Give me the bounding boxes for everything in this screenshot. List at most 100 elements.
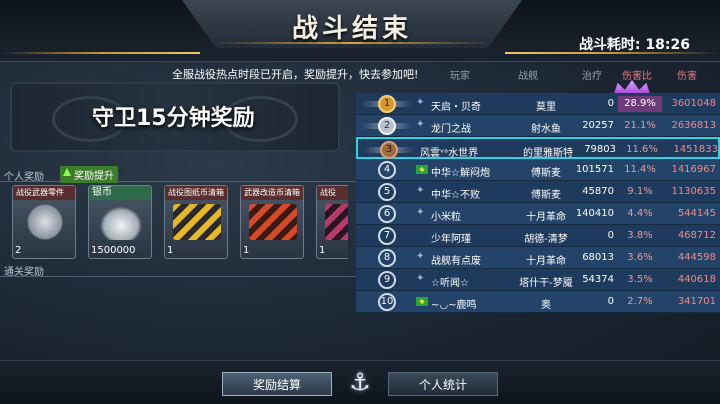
personal-reward-label: 个人奖励 <box>4 172 44 183</box>
reward-name: 战役 <box>317 186 348 200</box>
reward-item[interactable]: 武器改造币清箱 1 <box>240 185 304 259</box>
reward-count: 1 <box>167 245 174 256</box>
crate-icon <box>249 204 297 240</box>
personal-reward-header: 个人奖励 <box>0 168 360 183</box>
heal-value: 79803 <box>584 144 616 155</box>
damage-value: 341701 <box>677 296 716 307</box>
reward-count: 1500000 <box>91 245 136 256</box>
damage-ratio: 11.6% <box>626 144 658 155</box>
star-icon: ✦ <box>416 273 425 284</box>
tab-reward-settlement[interactable]: 奖励结算 <box>222 372 332 396</box>
damage-ratio: 3.8% <box>627 230 653 241</box>
heal-value: 140410 <box>575 208 614 219</box>
crate-icon <box>173 204 221 240</box>
elapsed-time: 18:26 <box>645 37 690 53</box>
table-row[interactable]: 1 ✦ 天启・贝奇 莫里 0 28.9% 3601048 <box>356 93 720 115</box>
damage-value: 3601048 <box>671 98 716 109</box>
star-icon: ✦ <box>416 207 425 218</box>
guard-reward-title: 守卫15分钟奖励 <box>92 106 255 131</box>
col-header-player: 玩家 <box>450 71 470 82</box>
table-row[interactable]: 6 ✦ 小米粒 十月革命 140410 4.4% 544145 <box>356 203 720 225</box>
rank-number: 10 <box>378 293 396 311</box>
heal-value: 54374 <box>582 274 614 285</box>
damage-ratio: 28.9% <box>618 96 662 112</box>
rank-number: 1 <box>378 95 396 113</box>
reward-name: 武器改造币清箱 <box>241 186 303 200</box>
star-icon: ✦ <box>416 251 425 262</box>
damage-value: 1130635 <box>671 186 716 197</box>
rank-number: 2 <box>378 117 396 135</box>
rank-number: 6 <box>378 205 396 223</box>
damage-ratio: 2.7% <box>627 296 653 307</box>
header-gold-line-left <box>0 52 200 54</box>
col-header-heal: 治疗 <box>582 71 602 82</box>
damage-ratio: 3.6% <box>627 252 653 263</box>
damage-ratio: 21.1% <box>624 120 656 131</box>
damage-ratio: 4.4% <box>627 208 653 219</box>
navy-emblem-icon: ⚓ <box>349 368 371 396</box>
damage-value: 2636813 <box>671 120 716 131</box>
damage-value: 1451833 <box>673 144 718 155</box>
silver-coin-icon <box>97 204 145 240</box>
table-row[interactable]: 8 ✦ 战舰有点废 十月革命 68013 3.6% 444598 <box>356 247 720 269</box>
table-row[interactable]: 2 ✦ 龙门之战 射水鱼 20257 21.1% 2636813 <box>356 115 720 137</box>
star-icon: ✦ <box>416 185 425 196</box>
heal-value: 45870 <box>582 186 614 197</box>
col-header-damage-ratio: 伤害比 <box>622 71 652 82</box>
reward-list: 战役武器零件 2 银币 1500000 战役图纸币清箱 1 武器改造币清箱 1 … <box>12 185 348 259</box>
page-title: 战斗结束 <box>291 14 412 44</box>
heal-value: 0 <box>607 98 614 109</box>
elapsed-label: 战斗耗时: <box>578 37 641 53</box>
rank-number: 9 <box>378 271 396 289</box>
reward-name: 银币 <box>89 186 151 200</box>
table-row[interactable]: 5 ✦ 中华☆不败 傅斯麦 45870 9.1% 1130635 <box>356 181 720 203</box>
reward-name: 战役图纸币清箱 <box>165 186 227 200</box>
damage-value: 544145 <box>677 208 716 219</box>
table-row[interactable]: 10 ~◡~鹿鸣 奥 0 2.7% 341701 <box>356 291 720 313</box>
reward-count: 2 <box>15 245 22 256</box>
reward-name: 战役武器零件 <box>13 186 75 200</box>
clear-reward-label: 通关奖励 <box>4 267 44 278</box>
brazil-flag-icon <box>416 297 428 306</box>
col-header-ship: 战舰 <box>518 71 538 82</box>
heal-value: 68013 <box>582 252 614 263</box>
damage-value: 468712 <box>677 230 716 241</box>
brazil-flag-icon <box>416 165 428 174</box>
reward-count: 1 <box>319 245 326 256</box>
reward-item[interactable]: 战役 1 <box>316 185 348 259</box>
heal-value: 101571 <box>575 164 614 175</box>
rank-number: 8 <box>378 249 396 267</box>
rank-number: 5 <box>378 183 396 201</box>
weapon-part-icon <box>21 204 69 240</box>
star-icon: ✦ <box>416 97 425 108</box>
star-icon: ✦ <box>416 119 425 130</box>
col-header-damage: 伤害 <box>677 71 697 82</box>
crate-icon <box>325 204 348 240</box>
reward-item[interactable]: 战役图纸币清箱 1 <box>164 185 228 259</box>
reward-item[interactable]: 战役武器零件 2 <box>12 185 76 259</box>
heal-value: 0 <box>607 296 614 307</box>
rank-number: 4 <box>378 161 396 179</box>
damage-ratio: 3.5% <box>627 274 653 285</box>
table-row[interactable]: 9 ✦ ☆听闻☆ 塔什干-梦魇 54374 3.5% 440618 <box>356 269 720 291</box>
table-row[interactable]: 7 少年阿瑾 胡德-清梦 0 3.8% 468712 <box>356 225 720 247</box>
tab-personal-stats[interactable]: 个人统计 <box>388 372 498 396</box>
rank-number: 3 <box>380 141 398 159</box>
heal-value: 0 <box>607 230 614 241</box>
damage-value: 1416967 <box>671 164 716 175</box>
rank-number: 7 <box>378 227 396 245</box>
damage-ratio: 11.4% <box>624 164 656 175</box>
heal-value: 20257 <box>582 120 614 131</box>
clear-reward-header: 通关奖励 <box>0 263 360 278</box>
table-row-self[interactable]: 3 风雲ᵛᵃ水世界 的里雅斯特 79803 11.6% 1451833 <box>356 137 720 159</box>
reward-boost-badge: 奖励提升 <box>60 166 118 183</box>
player-name: 风雲ᵛᵃ水世界 <box>420 148 479 159</box>
table-row[interactable]: 4 中华☆解闷炮 傅斯麦 101571 11.4% 1416967 <box>356 159 720 181</box>
event-notice: 全服战役热点时段已开启，奖励提升，快去参加吧! <box>172 68 419 81</box>
damage-value: 440618 <box>677 274 716 285</box>
reward-item[interactable]: 银币 1500000 <box>88 185 152 259</box>
damage-ratio: 9.1% <box>627 186 653 197</box>
battle-elapsed: 战斗耗时: 18:26 <box>579 34 690 54</box>
reward-count: 1 <box>243 245 250 256</box>
damage-value: 444598 <box>677 252 716 263</box>
